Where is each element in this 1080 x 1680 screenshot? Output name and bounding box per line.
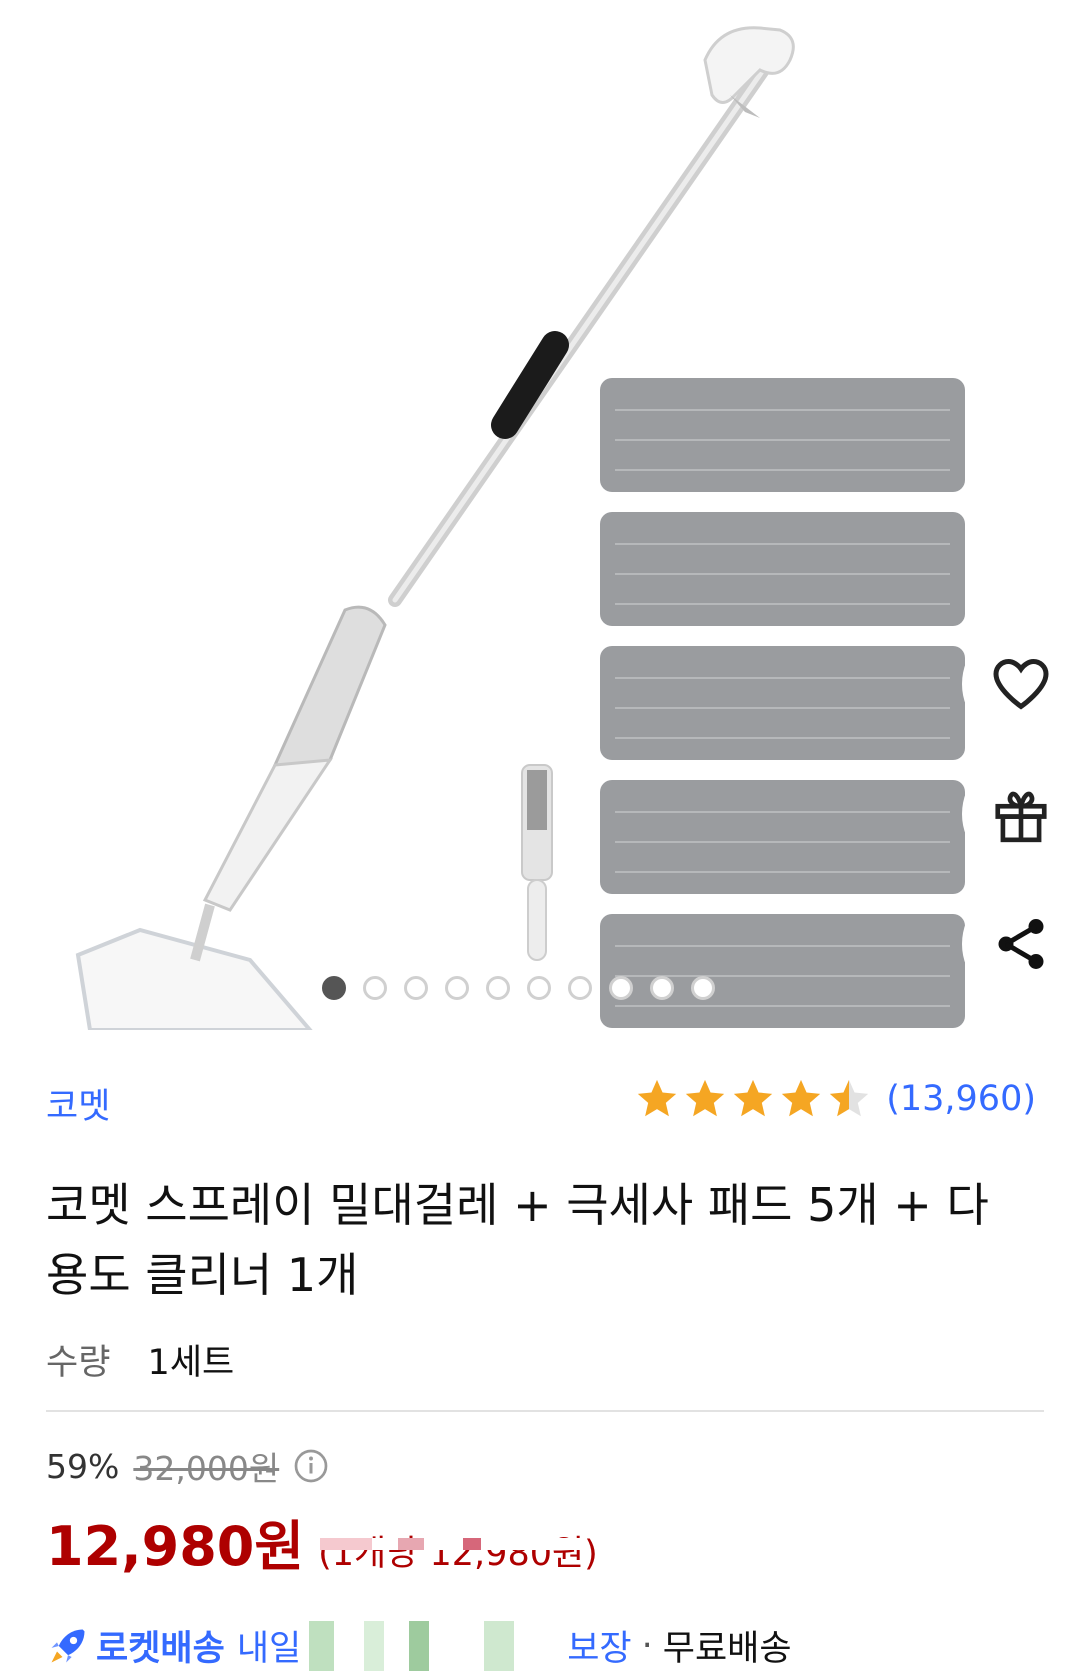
review-count[interactable]: (13,960) <box>886 1079 1036 1119</box>
rocket-icon <box>51 1629 85 1662</box>
heart-icon <box>993 658 1049 710</box>
brand-link[interactable]: 코멧 <box>46 1078 110 1129</box>
star-icon <box>782 1079 821 1117</box>
quantity-value: 1세트 <box>147 1343 235 1383</box>
product-image-gallery[interactable] <box>0 0 1080 1030</box>
discount-rate: 59% <box>46 1446 120 1486</box>
separator: · <box>641 1625 653 1666</box>
delivery-row: 로켓배송 내일 보장 · 무료배송 <box>46 1620 792 1671</box>
star-rating <box>634 1076 872 1122</box>
pagination-dot[interactable] <box>322 976 346 1000</box>
pagination-dot[interactable] <box>527 976 551 1000</box>
gift-icon <box>995 791 1047 843</box>
star-icon <box>686 1079 725 1117</box>
share-button[interactable] <box>962 885 1080 1003</box>
share-icon <box>998 919 1044 969</box>
gallery-pagination <box>322 976 715 1000</box>
half-star-icon <box>830 1079 869 1117</box>
rating-summary[interactable]: (13,960) <box>634 1076 1036 1122</box>
pagination-dot[interactable] <box>486 976 510 1000</box>
pagination-dot[interactable] <box>568 976 592 1000</box>
brand-rating-row: 코멧 (13,960) <box>46 1072 1036 1132</box>
redacted-strip <box>320 1538 580 1550</box>
product-title: 코멧 스프레이 밀대걸레 + 극세사 패드 5개 + 다용도 클리너 1개 <box>46 1178 989 1302</box>
product-image <box>75 26 965 1030</box>
divider <box>46 1410 1044 1412</box>
delivery-day: 내일 <box>236 1629 302 1669</box>
pagination-dot[interactable] <box>691 976 715 1000</box>
price-meta-row: 59% 32,000원 <box>46 1442 329 1490</box>
guarantee-label: 보장 <box>567 1629 632 1669</box>
original-price: 32,000원 <box>133 1449 280 1488</box>
star-icon <box>638 1079 677 1117</box>
gift-button[interactable] <box>962 755 1080 873</box>
quantity-label: 수량 <box>46 1343 111 1383</box>
info-icon[interactable] <box>293 1448 329 1484</box>
free-shipping-label: 무료배송 <box>662 1629 792 1669</box>
pagination-dot[interactable] <box>445 976 469 1000</box>
unit-price: (1개당 12,980원) <box>318 1534 598 1574</box>
wishlist-button[interactable] <box>962 625 1080 743</box>
star-icon <box>734 1079 773 1117</box>
quantity-row: 수량 1세트 <box>46 1334 234 1385</box>
pagination-dot[interactable] <box>363 976 387 1000</box>
redacted-delivery-date <box>309 1620 560 1671</box>
rocket-delivery-label: 로켓배송 <box>96 1629 225 1669</box>
pagination-dot[interactable] <box>650 976 674 1000</box>
pagination-dot[interactable] <box>609 976 633 1000</box>
pagination-dot[interactable] <box>404 976 428 1000</box>
sale-price: 12,980원 <box>46 1515 305 1578</box>
